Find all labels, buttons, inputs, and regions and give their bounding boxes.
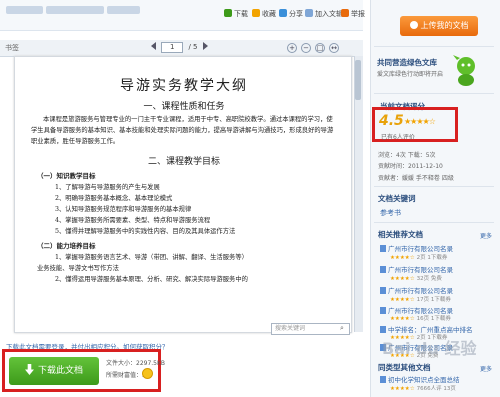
next-page-icon[interactable] [202,42,208,50]
rating-score: 4.5 [379,113,404,129]
coin-icon [142,368,153,379]
list-item: 4、掌握导游服务所需要素、类型、特点和导游服务流程 [55,217,211,224]
list-item: 3、认知导游服务规范程序和导游服务的基本规律 [55,206,192,213]
doc-upload-time: 贡献时间：2011-12-10 [378,163,443,170]
flag-icon [341,9,349,17]
scrollbar-thumb[interactable] [355,60,361,100]
list-item-continued: 业务技能、导游文书写作方法 [37,265,119,272]
fullscreen-icon[interactable]: □ [315,43,325,53]
pager: 1 / 5 [151,42,208,53]
document-icon [380,287,386,294]
total-pages: / 5 [188,43,198,51]
zoom-out-icon[interactable]: − [301,43,311,53]
watermark: Bai du 经验 [382,339,477,358]
upload-document-button[interactable]: 上传我的文档 [400,16,478,36]
doc-contributor[interactable]: 贡献者：媛媛 手不释卷 四级 [378,173,454,182]
upload-icon [409,21,418,29]
fit-width-icon[interactable]: ↔ [329,43,339,53]
related-doc-rating: ★★★★☆ 32页 免费 [390,276,442,282]
green-library-title[interactable]: 共同营造绿色文库 [377,57,437,68]
green-library-subtitle[interactable]: 爱文库绿色行动即将开启 [377,69,443,78]
section-heading-2: 二、课程教学目标 [147,157,220,167]
section-heading-1: 一、课程性质和任务 [143,102,225,112]
list-item: 2、懂得运用导游服务基本原理、分析、研究、解决实际导游服务中的 [55,276,248,283]
related-doc-rating: ★★★★☆ 2页 1下载券 [390,255,448,261]
star-icon [252,9,260,17]
doc-stats: 浏览：4次 下载：5次 [378,152,436,159]
other-doc-rating: ★★★★☆ 7666人评 13页 [390,386,456,392]
zoom-controls: + − □ ↔ [287,43,343,53]
page-number-input[interactable]: 1 [161,42,184,53]
rating-count: 已有6人评价 [381,134,415,141]
other-more-link[interactable]: 更多 [480,364,492,373]
ability-goals-heading: （二）能力培养目标 [37,242,96,250]
share-button[interactable]: 分享 [279,9,303,19]
add-to-library-button[interactable]: 加入文辑 [305,9,343,19]
list-item: 1、掌握导游服务语言艺术、导游（带团、讲解、翻译、生活服务等） [55,254,248,261]
related-more-link[interactable]: 更多 [480,231,492,240]
section-1-paragraph: 本课程是旅游服务与管理专业的一门主干专业课程，适用于中专、高职院校教学。通过本课… [31,116,334,145]
keyword-link[interactable]: 参考书 [380,208,401,218]
mascot-icon [453,55,475,86]
document-icon [380,307,386,314]
related-doc-rating: ★★★★☆ 16页 1下载券 [390,316,451,322]
document-title: 导游实务教学大纲 [120,78,248,94]
list-item: 1、了解导游与导游服务的产生与发展 [55,184,160,191]
other-docs-title: 同类型其他文档 [378,363,431,372]
knowledge-goals-heading: （一）知识教学目标 [37,172,96,180]
document-icon [380,376,386,383]
related-doc-link[interactable]: 广州市行有限公司名录 [380,264,453,274]
download-arrow-icon [24,364,34,375]
related-doc-link[interactable]: 广州市行有限公司名录 [380,243,453,253]
related-doc-link[interactable]: 广州市行有限公司名录 [380,285,453,295]
download-button[interactable]: 下载 [224,9,248,19]
download-icon [224,9,232,17]
report-button[interactable]: 举报 [341,9,365,19]
share-icon [279,9,287,17]
document-icon [380,245,386,252]
download-document-button[interactable]: 下载此文档 [9,357,99,385]
page-search-input[interactable]: 搜索关键词 [271,323,350,335]
required-points: 所需财富值：5 [106,372,146,379]
library-icon [305,9,313,17]
divider [374,186,494,187]
bookmark-label[interactable]: 书签 [5,43,19,53]
list-item: 5、懂得并理解导游服务中的实践性内容、目的及其具体运作方法 [55,228,236,235]
other-doc-link[interactable]: 初中化学知识点全面总结 [380,374,460,384]
search-icon[interactable]: ⌕ [340,324,344,333]
divider [374,93,494,94]
keywords-title: 文档关键词 [378,194,416,203]
document-icon [380,326,386,333]
breadcrumb: xxxxxxxxxxxxxxxxxxxxxxxxxxxxxxx [6,6,143,14]
favorite-button[interactable]: 收藏 [252,9,276,19]
list-item: 2、明确导游服务基本概念、基本理论模式 [55,195,173,202]
file-size: 文件大小：2297.5KB [106,360,166,367]
document-page: 导游实务教学大纲 一、课程性质和任务 本课程是旅游服务与管理专业的一门主干专业课… [14,56,352,333]
zoom-in-icon[interactable]: + [287,43,297,53]
related-doc-rating: ★★★★☆ 17页 1下载券 [390,297,451,303]
divider [374,222,494,223]
divider [374,46,494,47]
prev-page-icon[interactable] [151,42,156,50]
related-docs-title: 相关推荐文档 [378,230,423,239]
rating-stars[interactable]: ★★★★☆ [404,117,436,126]
document-icon [380,266,386,273]
